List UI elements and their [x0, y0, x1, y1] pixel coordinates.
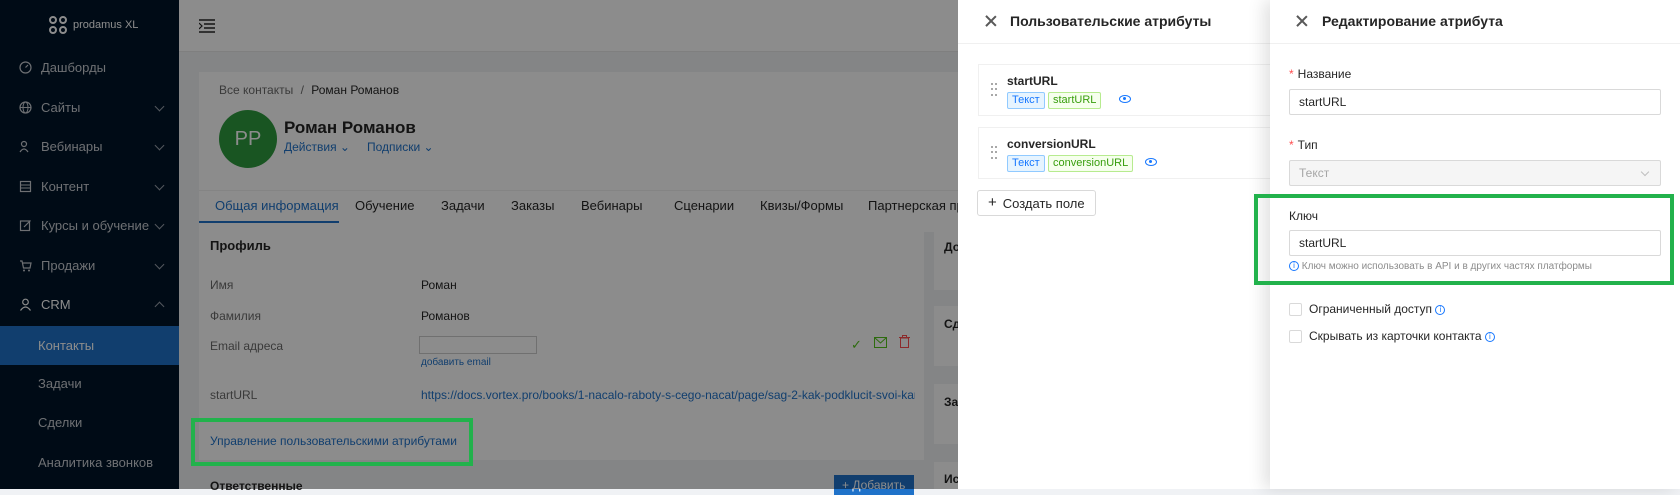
- type-select: Текст: [1289, 160, 1661, 186]
- type-label: * Тип: [1289, 138, 1318, 152]
- info-icon[interactable]: i: [1484, 331, 1495, 342]
- name-label: * Название: [1289, 67, 1352, 81]
- eye-icon[interactable]: [1145, 158, 1157, 166]
- drag-handle-icon[interactable]: [991, 83, 997, 97]
- info-icon[interactable]: i: [1435, 304, 1446, 315]
- attribute-name: startURL: [1007, 74, 1058, 88]
- drawer-title: Редактирование атрибута: [1322, 13, 1503, 29]
- drawer-header: Пользовательские атрибуты: [958, 0, 1270, 44]
- attribute-type-tag: Текст: [1007, 155, 1045, 172]
- create-field-button[interactable]: + Создать поле: [977, 190, 1096, 216]
- drawer-header: Редактирование атрибута: [1270, 0, 1680, 44]
- attribute-item[interactable]: startURL Текст startURL: [978, 64, 1270, 116]
- restricted-access-checkbox[interactable]: [1289, 303, 1302, 316]
- attribute-name: conversionURL: [1007, 137, 1096, 151]
- custom-attributes-drawer: Пользовательские атрибуты startURL Текст…: [958, 0, 1270, 489]
- drag-handle-icon[interactable]: [991, 146, 997, 160]
- attribute-key-tag: conversionURL: [1048, 155, 1134, 172]
- attribute-type-tag: Текст: [1007, 92, 1045, 109]
- chevron-down-icon: [1640, 167, 1650, 177]
- attribute-key-tag: startURL: [1048, 92, 1102, 109]
- highlight-manage-attributes: [191, 418, 473, 466]
- name-input[interactable]: startURL: [1289, 89, 1661, 115]
- eye-icon[interactable]: [1119, 95, 1131, 103]
- close-icon[interactable]: [1295, 14, 1309, 28]
- plus-icon: +: [988, 194, 997, 211]
- restricted-access-label: Ограниченный доступ i: [1309, 302, 1446, 316]
- close-icon[interactable]: [984, 14, 998, 28]
- drawer-title: Пользовательские атрибуты: [1010, 13, 1212, 29]
- hide-from-card-checkbox[interactable]: [1289, 330, 1302, 343]
- attribute-item[interactable]: conversionURL Текст conversionURL: [978, 127, 1270, 179]
- hide-from-card-label: Скрывать из карточки контакта i: [1309, 329, 1495, 343]
- highlight-key-field: [1254, 194, 1674, 285]
